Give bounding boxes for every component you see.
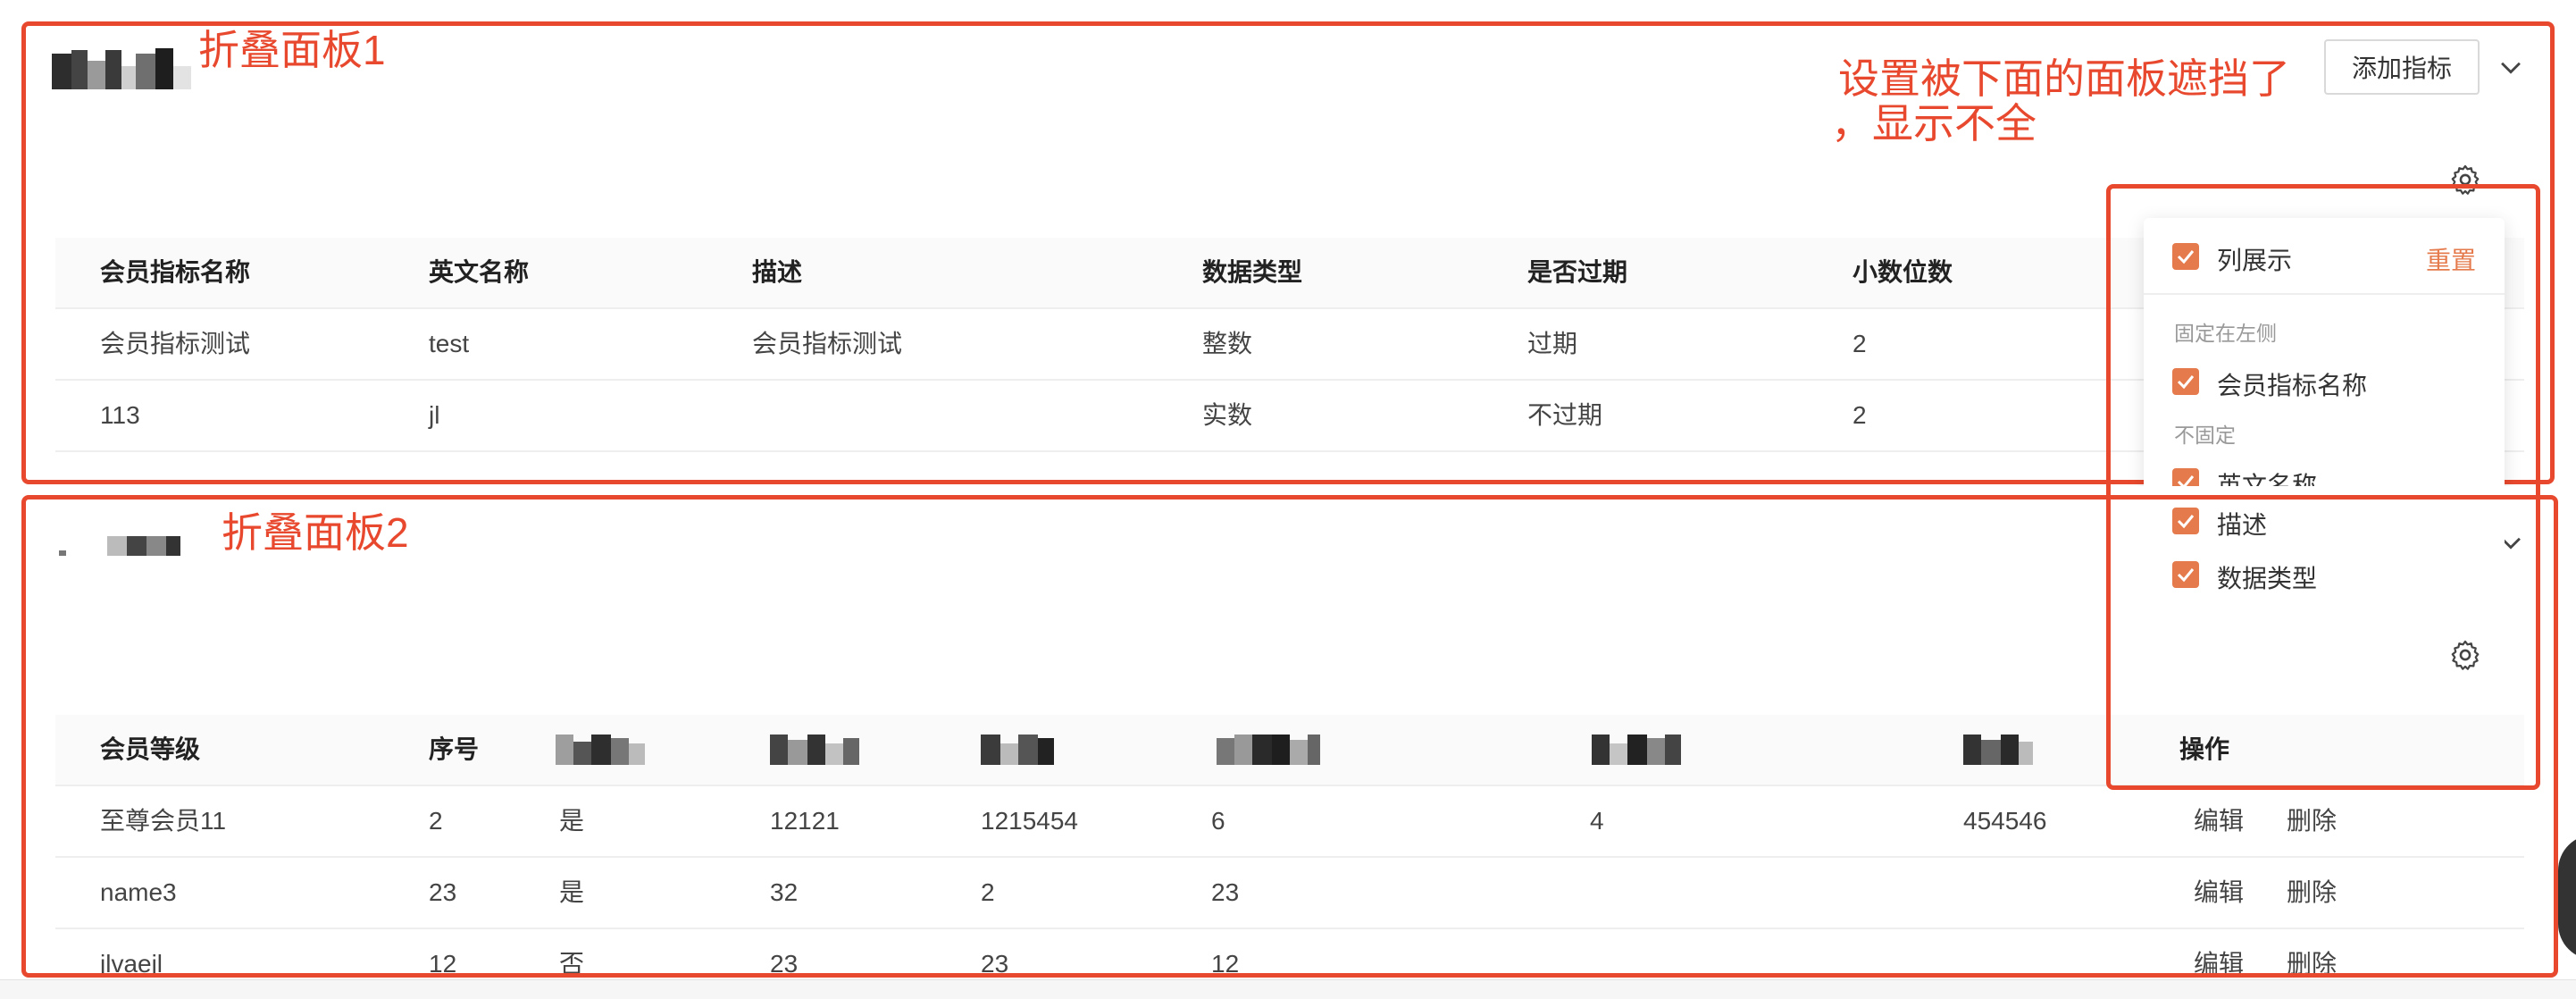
chevron-down-icon[interactable] (2496, 52, 2526, 82)
table-cell: test (429, 330, 470, 357)
browser-bottom-bar (0, 979, 2576, 999)
table-cell: 454546 (1963, 807, 2047, 835)
panel1-title-redacted (52, 46, 191, 89)
redacted-header (770, 733, 859, 765)
reset-link[interactable]: 重置 (2426, 241, 2476, 277)
column-header[interactable]: 序号 (429, 715, 479, 785)
column-header[interactable]: 会员指标名称 (100, 238, 250, 307)
redacted-header (1592, 733, 1681, 765)
table-cell: 32 (770, 878, 799, 906)
delete-link[interactable]: 删除 (2287, 929, 2337, 979)
table-cell: jlvaejl (100, 950, 163, 978)
gear-icon[interactable] (2448, 163, 2482, 197)
delete-link[interactable]: 删除 (2287, 858, 2337, 928)
gear-icon[interactable] (2448, 638, 2482, 672)
table-header: 会员等级 序号 操作 (55, 715, 2524, 786)
delete-link[interactable]: 删除 (2287, 786, 2337, 856)
table-row: jlvaejl 12 否 23 23 12 编辑 删除 (55, 929, 2524, 979)
redacted-header (556, 733, 645, 765)
table-cell: 是 (559, 878, 585, 906)
member-level-table: 会员等级 序号 操作 至尊会员11 2 是 12121 1215454 6 4 … (55, 715, 2524, 979)
panel2-annotation: 折叠面板2 (222, 509, 409, 556)
add-metric-button[interactable]: 添加指标 (2324, 39, 2480, 95)
table-cell: 否 (559, 950, 585, 978)
checkbox-column[interactable] (2172, 561, 2199, 588)
table-cell: 4 (1590, 807, 1604, 835)
collapse-panel-1: 折叠面板1 设置被下面的面板遮挡了 ，显示不全 添加指标 会员指标名称 英文名称… (0, 0, 2576, 602)
table-row: 至尊会员11 2 是 12121 1215454 6 4 454546 编辑 删… (55, 786, 2524, 858)
table-cell: 过期 (1527, 330, 1578, 357)
panel2-title-redacted (59, 531, 180, 556)
column-header-actions[interactable]: 操作 (2179, 715, 2229, 785)
overlap-note-line2: ，显示不全 (1831, 100, 2037, 147)
popover-header: 列展示 重置 (2144, 218, 2505, 295)
table-cell: 23 (429, 878, 457, 906)
table-cell: 1215454 (981, 807, 1079, 835)
table-cell: 不过期 (1527, 401, 1603, 429)
table-cell: 23 (1211, 878, 1240, 906)
popover-overflow: 描述 数据类型 (2144, 486, 2505, 592)
table-row: name3 23 是 32 2 23 编辑 删除 (55, 858, 2524, 929)
column-option-label: 描述 (2217, 511, 2268, 539)
checkbox-column[interactable] (2172, 368, 2199, 395)
table-cell: 113 (100, 401, 140, 429)
table-cell: name3 (100, 878, 177, 906)
table-cell: 12121 (770, 807, 840, 835)
column-header[interactable]: 描述 (752, 238, 802, 307)
table-cell: 会员指标测试 (100, 330, 251, 357)
popover-title: 列展示 (2217, 247, 2293, 274)
panel1-annotation: 折叠面板1 (198, 27, 386, 73)
table-cell: 2 (429, 807, 443, 835)
checkbox-all-columns[interactable] (2172, 243, 2199, 270)
redacted-header (981, 733, 1054, 765)
table-cell: 2 (981, 878, 995, 906)
table-cell: 2 (1853, 401, 1867, 429)
edit-link[interactable]: 编辑 (2194, 786, 2244, 856)
redacted-header (1963, 733, 2033, 765)
edit-link[interactable]: 编辑 (2194, 929, 2244, 979)
checkbox-column[interactable] (2172, 508, 2199, 534)
table-cell: jl (429, 401, 440, 429)
table-cell: 是 (559, 807, 585, 835)
column-option-label: 会员指标名称 (2217, 372, 2368, 399)
table-cell: 23 (981, 950, 1009, 978)
table-cell: 23 (770, 950, 799, 978)
table-cell: 实数 (1202, 401, 1253, 429)
fixed-left-label: 固定在左侧 (2174, 322, 2277, 345)
edit-link[interactable]: 编辑 (2194, 858, 2244, 928)
column-header[interactable]: 会员等级 (100, 715, 200, 785)
table-cell: 6 (1211, 807, 1225, 835)
column-header[interactable]: 是否过期 (1527, 238, 1627, 307)
collapse-panel-2: 折叠面板2 描述 数据类型 会员等级 序号 操作 至尊会员11 2 是 1212… (0, 486, 2576, 979)
page-root: 折叠面板1 设置被下面的面板遮挡了 ，显示不全 添加指标 会员指标名称 英文名称… (0, 0, 2576, 999)
table-cell: 至尊会员11 (100, 807, 227, 835)
column-header[interactable]: 小数位数 (1853, 238, 1953, 307)
overlap-note-line1: 设置被下面的面板遮挡了 (1838, 55, 2290, 102)
table-cell: 12 (1211, 950, 1240, 978)
unfixed-label: 不固定 (2174, 424, 2236, 447)
column-header[interactable]: 英文名称 (429, 238, 529, 307)
table-cell: 会员指标测试 (752, 330, 903, 357)
redacted-header (1217, 733, 1320, 765)
table-cell: 整数 (1202, 330, 1253, 357)
table-cell: 2 (1853, 330, 1867, 357)
table-cell: 12 (429, 950, 457, 978)
column-option-label: 数据类型 (2217, 565, 2318, 592)
column-header[interactable]: 数据类型 (1202, 238, 1302, 307)
